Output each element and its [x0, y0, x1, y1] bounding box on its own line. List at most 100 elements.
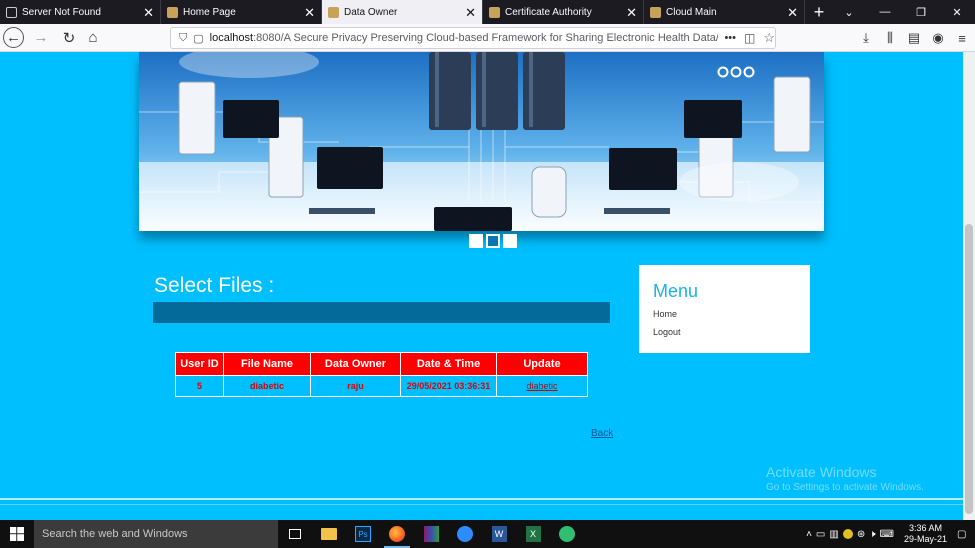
- window-controls: ⌄ — ❐ ✕: [831, 0, 975, 24]
- banner-image: [139, 52, 824, 231]
- volume-muted-icon[interactable]: 🕨: [869, 529, 875, 540]
- page-actions-button[interactable]: •••: [724, 32, 736, 44]
- network-icon[interactable]: ▥: [829, 529, 838, 540]
- forward-button[interactable]: →: [30, 27, 52, 49]
- zoom-icon[interactable]: [448, 520, 482, 548]
- taskbar: Search the web and Windows Ps W X ˄ ▭ ▥ …: [0, 520, 975, 548]
- clock[interactable]: 3:36 AM 29-May-21: [898, 523, 953, 545]
- home-button[interactable]: ⌂: [82, 27, 104, 49]
- close-tab-icon[interactable]: ✕: [626, 6, 637, 19]
- chevron-up-icon[interactable]: ˄: [806, 529, 812, 540]
- files-table: User ID File Name Data Owner Date & Time…: [175, 352, 588, 397]
- url-path: :8080/A Secure Privacy Preserving Cloud-…: [253, 32, 718, 44]
- slider-dot-2[interactable]: [486, 234, 500, 248]
- cell-user-id: 5: [175, 375, 224, 397]
- tab-title: Server Not Found: [22, 6, 101, 18]
- keyboard-icon[interactable]: ⌨: [880, 529, 894, 540]
- menu-item-home[interactable]: Home: [653, 309, 677, 319]
- tab-cloud-main[interactable]: Cloud Main ✕: [644, 0, 805, 24]
- menu-title: Menu: [653, 281, 699, 301]
- tab-certificate-authority[interactable]: Certificate Authority ✕: [483, 0, 644, 24]
- new-tab-button[interactable]: +: [805, 0, 833, 24]
- word-icon[interactable]: W: [482, 520, 516, 548]
- toolbar-icons: ⤓ ⫼ ▤ ◉ ≡: [857, 27, 971, 49]
- image-icon: [489, 6, 500, 18]
- footer-divider-thin: [0, 504, 963, 505]
- header-date-time: Date & Time: [400, 352, 497, 376]
- back-button[interactable]: ←: [3, 27, 24, 48]
- sidebar-icon[interactable]: ▤: [905, 27, 923, 49]
- slider-dot-1[interactable]: [469, 234, 483, 248]
- shield-icon[interactable]: ⛉: [179, 32, 187, 45]
- url-host: localhost: [209, 32, 254, 44]
- url-text[interactable]: localhost:8080/A Secure Privacy Preservi…: [210, 32, 719, 44]
- title-bar: [153, 302, 610, 323]
- tab-title: Certificate Authority: [505, 6, 592, 18]
- system-tray: ˄ ▭ ▥ ⊛ 🕨 ⌨ 3:36 AM 29-May-21 ▢: [806, 520, 975, 548]
- winrar-icon[interactable]: [414, 520, 448, 548]
- server-network-illustration: [139, 52, 824, 231]
- url-bar[interactable]: ⛉ ▢ localhost:8080/A Secure Privacy Pres…: [170, 27, 776, 49]
- restore-button[interactable]: ❐: [903, 0, 939, 24]
- download-icon[interactable]: ⤓: [857, 27, 875, 49]
- tab-title: Home Page: [183, 6, 236, 18]
- header-file-name: File Name: [223, 352, 311, 376]
- slider-dots: [469, 234, 517, 248]
- back-link[interactable]: Back: [591, 428, 613, 439]
- minimize-button[interactable]: —: [867, 0, 903, 24]
- account-icon[interactable]: ◉: [929, 27, 947, 49]
- excel-icon[interactable]: X: [516, 520, 550, 548]
- firefox-icon[interactable]: [380, 520, 414, 548]
- tab-home-page[interactable]: Home Page ✕: [161, 0, 322, 24]
- photoshop-icon[interactable]: Ps: [346, 520, 380, 548]
- close-tab-icon[interactable]: ✕: [465, 6, 476, 19]
- activate-windows-watermark: Activate Windows Go to Settings to activ…: [766, 464, 924, 493]
- library-icon[interactable]: ⫼: [881, 27, 899, 49]
- clock-time: 3:36 AM: [908, 523, 942, 533]
- reload-button[interactable]: ↻: [58, 27, 80, 49]
- vertical-scrollbar[interactable]: [963, 52, 975, 520]
- browser-globe-icon[interactable]: [550, 520, 584, 548]
- page-info-icon[interactable]: ▢: [193, 32, 203, 45]
- table-header-row: User ID File Name Data Owner Date & Time…: [175, 352, 588, 376]
- image-icon: [328, 6, 339, 18]
- pocket-icon[interactable]: ◫: [744, 31, 755, 45]
- windows-start-icon[interactable]: [0, 520, 34, 548]
- cell-update: diabetic: [496, 375, 588, 397]
- close-window-button[interactable]: ✕: [939, 0, 975, 24]
- menu-item-logout[interactable]: Logout: [653, 327, 681, 337]
- tab-data-owner[interactable]: Data Owner ✕: [322, 0, 483, 24]
- watermark-subtitle: Go to Settings to activate Windows.: [766, 482, 924, 493]
- taskbar-search-input[interactable]: Search the web and Windows: [34, 520, 278, 548]
- vpn-icon[interactable]: ⊛: [857, 529, 865, 540]
- side-menu: Menu Home Logout: [639, 265, 810, 353]
- header-update: Update: [496, 352, 588, 376]
- bookmark-star-icon[interactable]: ☆: [763, 30, 775, 46]
- nav-bar: ← → ↻ ⌂ ⛉ ▢ localhost:8080/A Secure Priv…: [0, 24, 975, 52]
- cell-date-time: 29/05/2021 03:36:31: [400, 375, 497, 397]
- table-row: 5 diabetic raju 29/05/2021 03:36:31 diab…: [175, 375, 588, 397]
- chevron-down-icon[interactable]: ⌄: [831, 0, 867, 24]
- close-tab-icon[interactable]: ✕: [143, 6, 154, 19]
- file-explorer-icon[interactable]: [312, 520, 346, 548]
- close-tab-icon[interactable]: ✕: [787, 6, 798, 19]
- slider-dot-3[interactable]: [503, 234, 517, 248]
- close-tab-icon[interactable]: ✕: [304, 6, 315, 19]
- tab-strip: Server Not Found ✕ Home Page ✕ Data Owne…: [0, 0, 975, 24]
- update-link[interactable]: diabetic: [526, 381, 557, 391]
- header-user-id: User ID: [175, 352, 224, 376]
- battery-icon[interactable]: ▭: [816, 529, 825, 540]
- hamburger-menu-icon[interactable]: ≡: [953, 27, 971, 49]
- image-icon: [167, 6, 178, 18]
- page-title: Select Files :: [154, 274, 275, 297]
- scrollbar-thumb[interactable]: [965, 224, 973, 514]
- page-icon: [6, 6, 17, 18]
- image-icon: [650, 6, 661, 18]
- page-viewport: Select Files : User ID File Name Data Ow…: [0, 52, 963, 520]
- watermark-title: Activate Windows: [766, 464, 877, 480]
- footer-divider: [0, 498, 963, 500]
- tab-server-not-found[interactable]: Server Not Found ✕: [0, 0, 161, 24]
- task-view-icon[interactable]: [278, 520, 312, 548]
- notification-icon[interactable]: ▢: [957, 529, 975, 540]
- app-tray-icon[interactable]: [842, 529, 853, 539]
